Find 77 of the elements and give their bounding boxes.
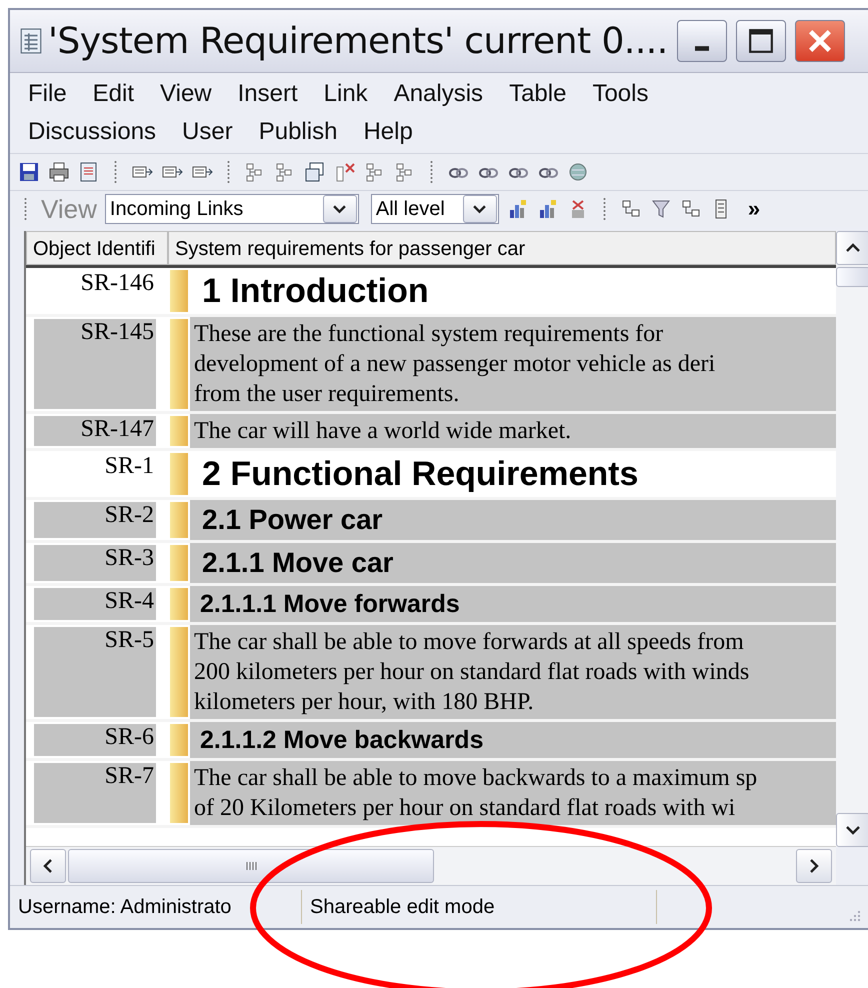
menu-item[interactable]: Tools xyxy=(592,80,648,108)
object-id: SR-6 xyxy=(34,724,156,756)
delete-icon[interactable] xyxy=(334,161,356,183)
requirement-text: These are the functional system requirements for development of a new passenger motor vehicle as deri from the user requirements. xyxy=(190,317,836,411)
scroll-thumb[interactable] xyxy=(68,849,434,883)
column-header[interactable]: System requirements for passenger car xyxy=(168,231,836,265)
object-id: SR-146 xyxy=(80,270,155,298)
requirement-text: 2.1.1 Move car xyxy=(190,543,836,583)
close-button[interactable] xyxy=(794,20,845,62)
requirement-text: 1 Introduction xyxy=(201,271,430,312)
level-marker xyxy=(170,453,188,495)
scroll-left-button[interactable] xyxy=(30,849,66,883)
object-id: SR-145 xyxy=(34,319,156,409)
object-id: SR-5 xyxy=(34,627,156,717)
horizontal-scrollbar[interactable] xyxy=(26,846,836,885)
scroll-down-button[interactable] xyxy=(836,813,868,847)
globe-icon[interactable] xyxy=(567,161,589,183)
view-dropdown[interactable]: Incoming Links xyxy=(104,194,359,224)
object-id: SR-147 xyxy=(34,416,156,446)
requirement-text: 2 Functional Requirements xyxy=(201,454,640,495)
caret-icon xyxy=(473,204,486,214)
caret-icon xyxy=(333,204,346,214)
requirement-text: 2.1.1.2 Move backwards xyxy=(190,722,836,758)
chevron-down-icon xyxy=(846,825,860,835)
menu-item[interactable]: File xyxy=(28,80,67,108)
requirement-text: The car shall be able to move backwards to a maximum sp of 20 Kilometers per hour on standard flat roads with wi xyxy=(190,761,836,825)
requirement-text: The car shall be able to move forwards at all speeds from 200 kilometers per hour on standard flat roads with winds kilometers per hour, with 180 BHP. xyxy=(190,625,836,719)
filter-icon[interactable] xyxy=(650,198,672,220)
menu-item[interactable]: Table xyxy=(509,80,566,108)
minimize-button[interactable] xyxy=(676,20,727,62)
minimize-icon xyxy=(694,46,709,50)
level-marker xyxy=(170,270,188,312)
menu-item[interactable]: Edit xyxy=(92,80,134,108)
menu-item[interactable]: Analysis xyxy=(394,80,484,108)
window-title: 'System Requirements' current 0.... xyxy=(48,20,668,62)
more-button[interactable]: » xyxy=(748,196,760,222)
scroll-right-button[interactable] xyxy=(796,849,832,883)
chevron-right-icon xyxy=(809,859,819,873)
scroll-thumb[interactable] xyxy=(836,267,868,287)
requirement-text: 2.1 Power car xyxy=(190,500,836,540)
status-panel: Shareable edit mode xyxy=(302,890,657,924)
maximize-icon xyxy=(748,28,774,54)
object-id: SR-2 xyxy=(34,502,156,538)
menu-item[interactable]: Publish xyxy=(258,118,338,146)
vertical-scrollbar[interactable] xyxy=(836,231,868,847)
chevron-up-icon xyxy=(846,243,860,253)
object-id: SR-1 xyxy=(104,453,155,481)
windows-icon[interactable] xyxy=(304,161,326,183)
chevron-left-icon xyxy=(43,859,53,873)
print-icon[interactable] xyxy=(48,161,70,183)
column-header[interactable]: Object Identifi xyxy=(26,231,168,265)
save-icon[interactable] xyxy=(18,161,40,183)
requirement-text: The car will have a world wide market. xyxy=(190,414,836,448)
menu-item[interactable]: User xyxy=(182,118,233,146)
requirement-text: 2.1.1.1 Move forwards xyxy=(190,586,836,622)
level-marker xyxy=(170,588,188,620)
object-id: SR-7 xyxy=(34,763,156,823)
level-marker xyxy=(170,763,188,823)
menu-item[interactable]: Help xyxy=(363,118,413,146)
level-marker xyxy=(170,724,188,756)
menu-item[interactable]: Link xyxy=(324,80,368,108)
object-id: SR-4 xyxy=(34,588,156,620)
scroll-up-button[interactable] xyxy=(836,231,868,265)
level-marker xyxy=(170,416,188,446)
grip-icon xyxy=(245,861,257,871)
object-id: SR-3 xyxy=(34,545,156,581)
document-icon xyxy=(20,28,42,54)
status-panel: Username: Administrato xyxy=(10,890,302,924)
maximize-button[interactable] xyxy=(736,20,786,62)
level-marker xyxy=(170,502,188,538)
level-marker xyxy=(170,545,188,581)
view-label: View xyxy=(41,194,97,224)
resize-grip-icon[interactable] xyxy=(847,908,861,922)
menu-item[interactable]: Insert xyxy=(238,80,298,108)
levels-dropdown[interactable]: All level xyxy=(370,194,499,224)
menu-item[interactable]: Discussions xyxy=(28,118,156,146)
menu-item[interactable]: View xyxy=(160,80,212,108)
